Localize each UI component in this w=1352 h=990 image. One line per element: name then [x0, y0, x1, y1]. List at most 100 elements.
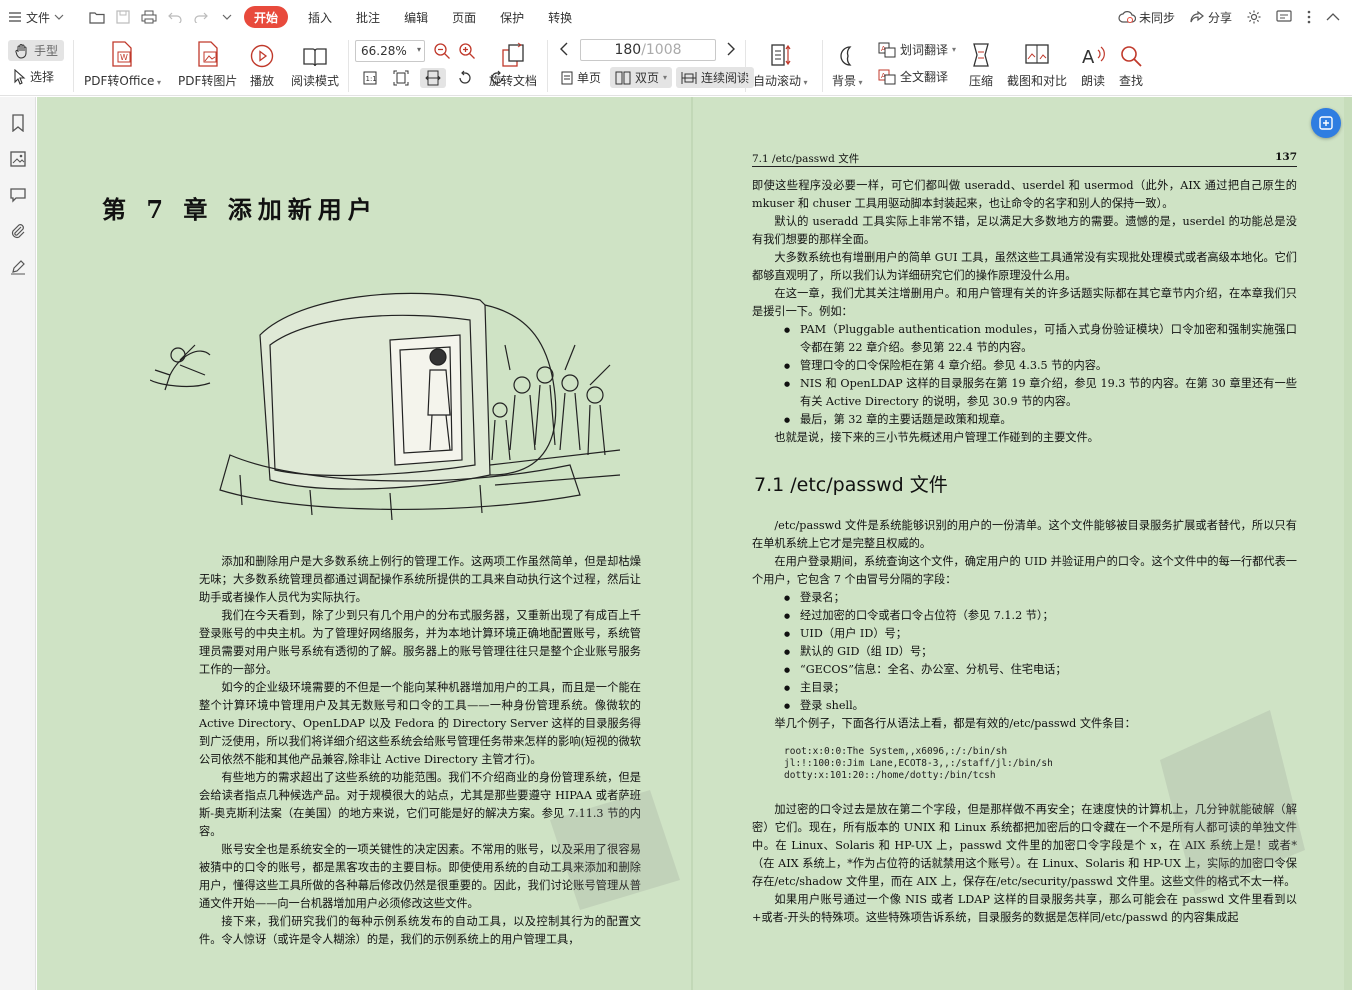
read-aloud-icon: A: [1082, 46, 1105, 68]
signature-icon[interactable]: [6, 255, 30, 279]
list-item: PAM（Pluggable authentication modules，可插入…: [752, 321, 1297, 357]
current-page: 180: [614, 42, 642, 58]
compress-button[interactable]: 压缩: [969, 38, 993, 89]
file-menu[interactable]: 文件: [0, 0, 70, 34]
find-label: 查找: [1119, 74, 1144, 88]
chevron-down-icon: [54, 14, 64, 20]
attachment-icon[interactable]: [6, 219, 30, 243]
list-item: 主目录；: [752, 679, 1297, 697]
code-line: dotty:x:101:20::/home/dotty:/bin/tcsh: [784, 770, 996, 781]
play-label: 播放: [250, 74, 275, 88]
list-item: NIS 和 OpenLDAP 这样的目录服务在第 19 章介绍，参见 19.3 …: [752, 375, 1297, 411]
page-number-input[interactable]: 180/1008: [580, 39, 716, 61]
pdf-to-office-button[interactable]: W PDF转Office ▾: [84, 38, 161, 89]
zoom-in-icon[interactable]: [458, 42, 476, 60]
select-tool-button[interactable]: 选择: [14, 68, 54, 85]
search-icon: [1121, 46, 1142, 67]
list-item: “GECOS”信息：全名、办公室、分机号、住宅电话；: [752, 661, 1297, 679]
tab-insert[interactable]: 插入: [296, 0, 344, 34]
zoom-out-icon[interactable]: [433, 42, 451, 60]
watermark-stamp: [1160, 710, 1305, 895]
moon-icon: [840, 46, 852, 66]
word-translate-button[interactable]: A 划词翻译 ▾: [878, 41, 956, 58]
message-icon[interactable]: [1270, 0, 1298, 34]
save-icon[interactable]: [110, 0, 136, 34]
open-folder-icon[interactable]: [84, 0, 110, 34]
actual-size-icon[interactable]: 1:1: [358, 69, 382, 87]
left-paragraph: 如今的企业级环境需要的不但是一个能向某种机器增加用户的工具，而且是一个能在整个计…: [199, 681, 641, 766]
open-book-icon: [303, 48, 327, 67]
word-translate-label: 划词翻译: [900, 43, 949, 57]
pdf-to-word-icon: W: [112, 41, 133, 67]
settings-icon[interactable]: [1240, 0, 1268, 34]
compress-icon: [973, 43, 989, 67]
screenshot-compare-button[interactable]: 截图和对比: [1007, 38, 1067, 89]
rotate-document-button[interactable]: 旋转文档: [489, 38, 537, 89]
continuous-reading-button[interactable]: 连续阅读: [676, 67, 755, 88]
background-button[interactable]: 背景 ▾: [832, 38, 863, 89]
right-paragraph: /etc/passwd 文件是系统能够识别的用户的一份清单。这个文件能够被目录服…: [752, 519, 1297, 550]
convert-float-button[interactable]: [1311, 108, 1341, 138]
comment-icon[interactable]: [6, 183, 30, 207]
double-page-button[interactable]: 双页 ▾: [610, 67, 673, 88]
tab-convert[interactable]: 转换: [536, 0, 584, 34]
next-page-icon[interactable]: [725, 41, 737, 57]
convert-document-icon: [1319, 116, 1333, 130]
cursor-arrow-icon: [14, 68, 26, 85]
read-aloud-label: 朗读: [1080, 74, 1105, 88]
fit-page-icon[interactable]: [388, 68, 414, 88]
code-line: jl:!:100:0:Jim Lane,ECOT8-3,,:/staff/jl:…: [784, 758, 1053, 769]
pdf-to-image-label: PDF转图片: [178, 74, 238, 88]
rotate-left-icon[interactable]: [452, 68, 478, 88]
continuous-reading-label: 连续阅读: [701, 71, 750, 85]
single-page-label: 单页: [577, 71, 602, 85]
section-heading: 7.1 /etc/passwd 文件: [754, 474, 948, 496]
zoom-select[interactable]: 66.28% ▾: [355, 40, 425, 62]
thumbnail-icon[interactable]: [6, 147, 30, 171]
find-button[interactable]: 查找: [1119, 38, 1143, 89]
list-item: 最后，第 32 章的主要话题是政策和规章。: [752, 411, 1297, 429]
read-mode-button[interactable]: 阅读模式: [291, 38, 339, 89]
quick-access-dropdown-icon[interactable]: [214, 0, 240, 34]
share-icon: [1190, 10, 1204, 23]
full-translate-button[interactable]: A 全文翻译: [878, 68, 948, 85]
full-translate-icon: A: [878, 69, 896, 84]
hand-tool-button[interactable]: 手型: [8, 40, 65, 61]
tab-protect[interactable]: 保护: [488, 0, 536, 34]
previous-page-icon[interactable]: [558, 41, 570, 57]
svg-text:W: W: [120, 53, 128, 62]
undo-icon[interactable]: [162, 0, 188, 34]
more-options-icon[interactable]: [1300, 0, 1318, 34]
read-aloud-button[interactable]: A 朗读: [1080, 38, 1106, 89]
list-item: 登录名；: [752, 589, 1297, 607]
code-line: root:x:0:0:The System,,x6096,:/:/bin/sh: [784, 746, 1008, 757]
scrollbar-track[interactable]: [1344, 97, 1352, 990]
bookmark-icon[interactable]: [6, 111, 30, 135]
single-page-button[interactable]: 单页: [556, 67, 606, 88]
tab-page[interactable]: 页面: [440, 0, 488, 34]
right-paragraph: 在用户登录期间，系统查询这个文件，确定用户的 UID 并验证用户的口令。这个文件…: [752, 555, 1297, 586]
cloud-sync-icon: [1118, 11, 1136, 23]
auto-scroll-icon: [771, 44, 791, 66]
single-page-icon: [561, 71, 573, 84]
play-button[interactable]: 播放: [250, 38, 274, 89]
compress-label: 压缩: [969, 74, 994, 88]
tab-annotate[interactable]: 批注: [344, 0, 392, 34]
pdf-to-image-button[interactable]: PDF转图片: [178, 38, 237, 89]
word-translate-icon: A: [878, 42, 896, 57]
sync-status-button[interactable]: 未同步: [1112, 0, 1181, 34]
chapter-illustration: [150, 292, 621, 521]
tab-edit[interactable]: 编辑: [392, 0, 440, 34]
tab-start[interactable]: 开始: [244, 6, 289, 28]
page-layout-options: 单页 双页 ▾ 连续阅读: [556, 67, 755, 88]
collapse-ribbon-icon[interactable]: [1320, 0, 1346, 34]
print-icon[interactable]: [136, 0, 162, 34]
fit-width-icon[interactable]: [420, 68, 446, 88]
right-page-intro: 即使这些程序没必要一样，可它们都叫做 useradd、userdel 和 use…: [752, 177, 1297, 447]
hamburger-icon: [9, 12, 21, 22]
share-button[interactable]: 分享: [1183, 0, 1238, 34]
rotate-document-icon: [502, 42, 524, 67]
left-paragraph: 我们在今天看到，除了少到只有几个用户的分布式服务器，又重新出现了有成百上千登录账…: [199, 609, 641, 676]
auto-scroll-button[interactable]: 自动滚动 ▾: [753, 38, 808, 89]
redo-icon[interactable]: [188, 0, 214, 34]
